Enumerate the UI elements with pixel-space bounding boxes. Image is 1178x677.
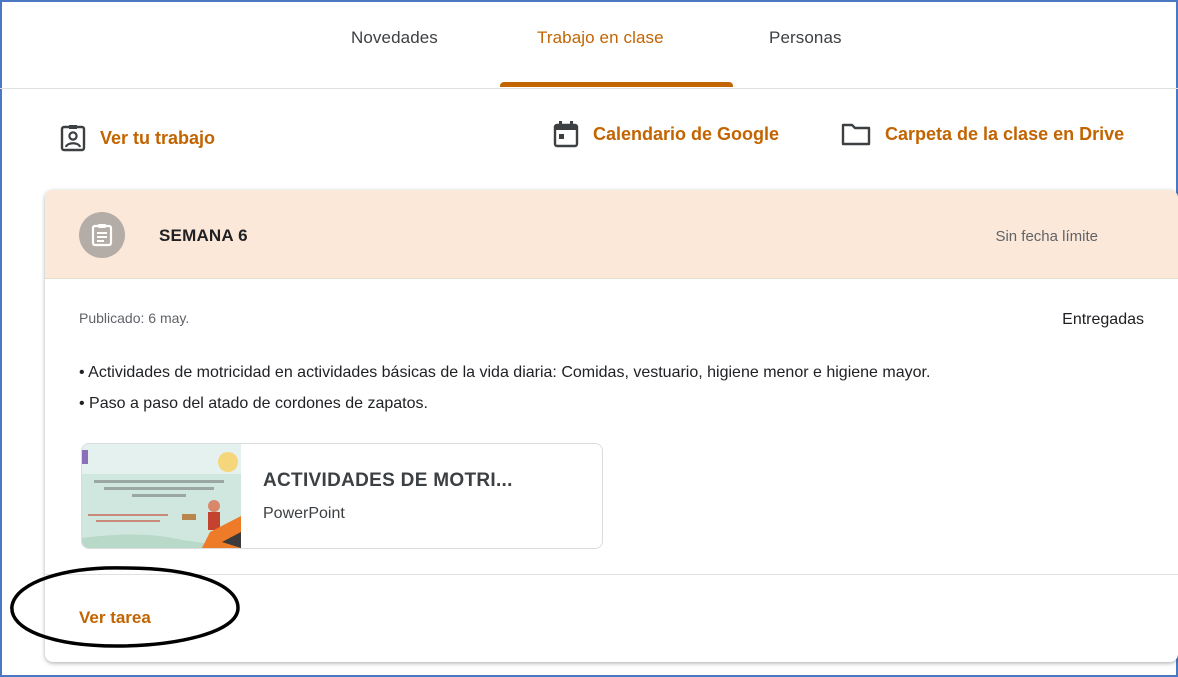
slide-preview-image (82, 444, 241, 548)
folder-icon (841, 123, 871, 146)
active-tab-indicator (500, 82, 733, 87)
description-line-1: • Actividades de motricidad en actividad… (79, 364, 931, 381)
assignment-header[interactable]: SEMANA 6 Sin fecha límite (45, 190, 1178, 279)
attachment-title: ACTIVIDADES DE MOTRI... (263, 470, 513, 491)
assignment-icon-badge (79, 212, 125, 258)
google-calendar-label: Calendario de Google (593, 123, 780, 144)
description-line-2: • Paso a paso del atado de cordones de z… (79, 395, 428, 412)
attachment-type: PowerPoint (263, 505, 345, 522)
attachment-thumbnail (82, 444, 241, 548)
attachment-card[interactable]: ACTIVIDADES DE MOTRI... PowerPoint (81, 443, 603, 549)
classroom-tabs: Novedades Trabajo en clase Personas (0, 0, 1178, 89)
tab-novedades[interactable]: Novedades (351, 28, 438, 48)
assignment-icon (91, 224, 113, 247)
google-calendar-link[interactable]: Calendario de Google (553, 120, 779, 148)
assignment-title: SEMANA 6 (159, 226, 248, 245)
class-drive-folder-link[interactable]: Carpeta de la clase en Drive (841, 121, 1124, 147)
tab-personas[interactable]: Personas (769, 28, 842, 48)
tab-trabajo-en-clase[interactable]: Trabajo en clase (537, 28, 664, 48)
window-frame-left (0, 0, 2, 677)
due-date: Sin fecha límite (995, 228, 1098, 245)
class-drive-folder-label: Carpeta de la clase en Drive (885, 123, 1125, 144)
id-badge-icon (60, 125, 86, 152)
published-date: Publicado: 6 may. (79, 310, 190, 326)
annotation-circle (10, 566, 240, 648)
view-your-work-label: Ver tu trabajo (100, 127, 216, 148)
submission-status: Entregadas (1062, 311, 1144, 328)
calendar-icon (553, 121, 579, 148)
view-your-work-link[interactable]: Ver tu trabajo (60, 124, 215, 152)
